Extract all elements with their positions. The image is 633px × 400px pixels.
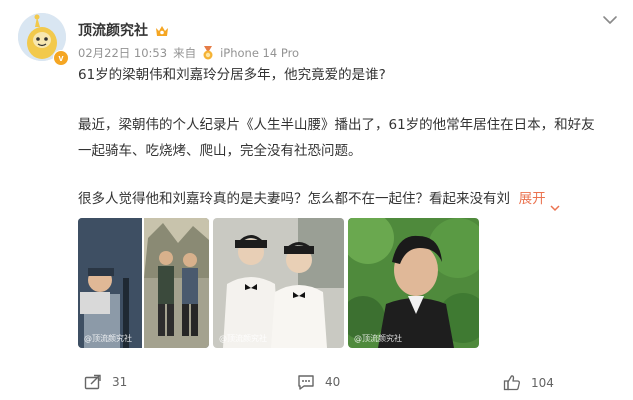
more-icon[interactable] [602, 10, 618, 24]
medal-icon [202, 46, 214, 60]
repost-count: 31 [112, 375, 128, 389]
post-body-line2: 一起骑车、吃烧烤、爬山，完全没有社恐问题。 [78, 143, 362, 159]
like-icon [503, 374, 521, 391]
repost-icon [84, 374, 102, 390]
image-watermark: @顶流颜究社 [354, 334, 402, 343]
vip-icon[interactable] [154, 23, 170, 37]
chevron-down-icon [550, 195, 560, 212]
post-date[interactable]: 02月22日 10:53 [78, 45, 167, 61]
author-name[interactable]: 顶流颜究社 [78, 20, 148, 40]
post-image-3[interactable]: @顶流颜究社 [348, 218, 479, 348]
post-meta: 02月22日 10:53 来自 iPhone 14 Pro [78, 45, 299, 61]
comment-icon [297, 374, 315, 390]
post-body-line3: 很多人觉得他和刘嘉玲真的是夫妻吗？怎么都不在一起住？看起来没有刘 展开 [78, 186, 626, 212]
post-body-line3-text: 很多人觉得他和刘嘉玲真的是夫妻吗？怎么都不在一起住？看起来没有刘 [78, 191, 510, 207]
image-watermark: @顶流颜究社 [219, 334, 267, 343]
post-image-1[interactable]: @顶流颜究社 [78, 218, 209, 348]
comment-count: 40 [325, 375, 341, 389]
like-button[interactable]: 104 [503, 374, 554, 391]
image-watermark: @顶流颜究社 [84, 334, 132, 343]
expand-label: 展开 [518, 191, 546, 207]
source-device: iPhone 14 Pro [220, 46, 300, 60]
post-headline: 61岁的梁朝伟和刘嘉玲分居多年，他究竟爱的是谁? [78, 67, 386, 83]
like-count: 104 [531, 375, 554, 390]
expand-button[interactable]: 展开 [518, 191, 560, 212]
action-bar: 31 40 104 [0, 368, 633, 398]
source-prefix: 来自 [173, 46, 197, 60]
post-body-line1: 最近，梁朝伟的个人纪录片《人生半山腰》播出了，61岁的他常年居住在日本，和好友 [78, 117, 595, 133]
repost-button[interactable]: 31 [84, 374, 127, 390]
comment-button[interactable]: 40 [297, 374, 340, 390]
post-image-2[interactable]: @顶流颜究社 [213, 218, 344, 348]
verified-badge: v [53, 50, 69, 66]
